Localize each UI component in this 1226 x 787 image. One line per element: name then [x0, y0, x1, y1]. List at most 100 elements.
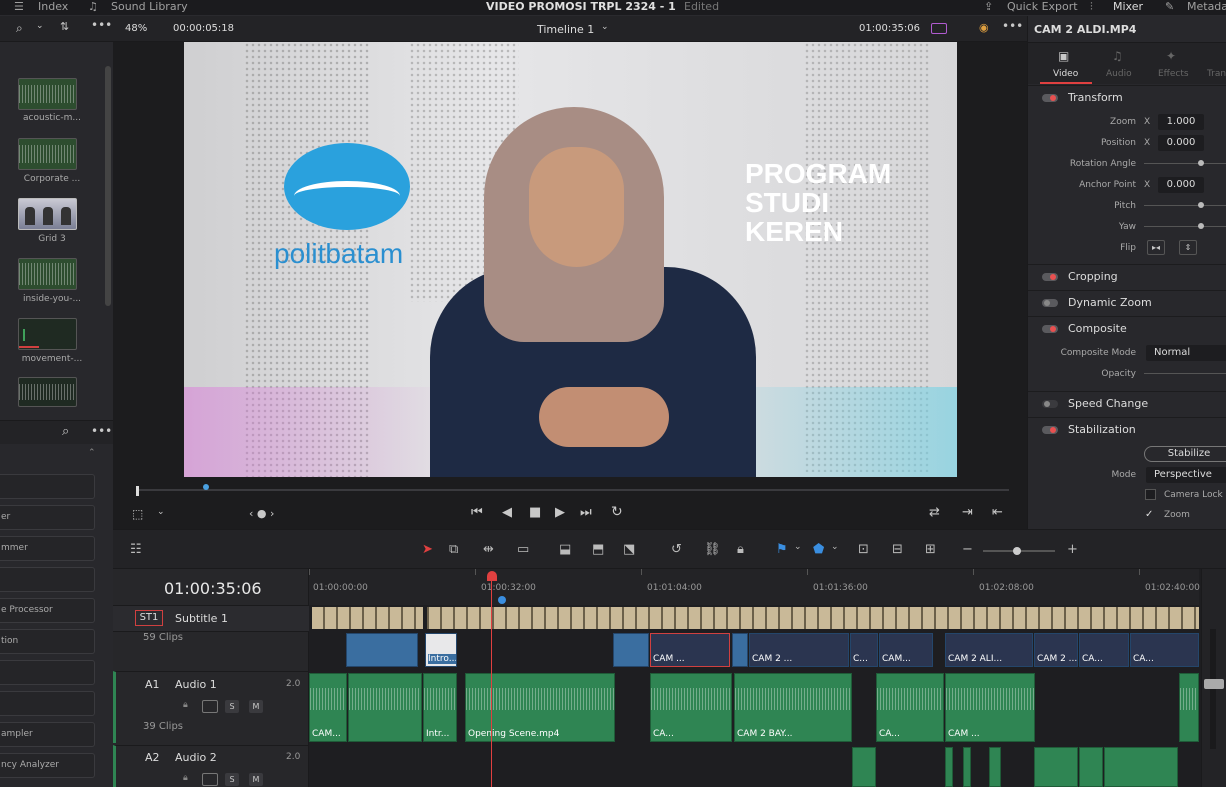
- video-frame[interactable]: politbatam PROGRAM STUDI KEREN: [184, 42, 957, 477]
- stabilization-section[interactable]: Stabilization: [1028, 417, 1226, 442]
- track-id-a1[interactable]: A1: [145, 678, 160, 691]
- search-icon[interactable]: ⌕: [62, 424, 69, 439]
- chevron-down-icon[interactable]: ⌄: [36, 21, 44, 31]
- media-thumbnail[interactable]: [18, 318, 77, 350]
- effect-item[interactable]: [0, 474, 95, 499]
- solo-button[interactable]: S: [225, 700, 239, 713]
- mute-button[interactable]: M: [249, 700, 263, 713]
- more-options-icon[interactable]: •••: [91, 18, 112, 32]
- playhead-handle[interactable]: [487, 571, 497, 581]
- composite-section[interactable]: Composite: [1028, 316, 1226, 341]
- zoom-custom-icon[interactable]: ⊞: [925, 542, 936, 557]
- media-thumbnail[interactable]: [18, 198, 77, 230]
- speed-change-section[interactable]: Speed Change: [1028, 391, 1226, 416]
- audio-clip[interactable]: [1179, 673, 1199, 742]
- transform-toggle[interactable]: [1042, 94, 1058, 102]
- scrubber-playhead[interactable]: [203, 484, 209, 490]
- media-thumbnail[interactable]: [18, 258, 77, 290]
- rotation-slider[interactable]: [1144, 163, 1226, 164]
- auto-select-icon[interactable]: [202, 700, 218, 713]
- audio-clip[interactable]: [1104, 747, 1178, 787]
- loop-icon[interactable]: ↻: [611, 504, 623, 520]
- media-thumbnail[interactable]: [18, 377, 77, 407]
- track-id-a2[interactable]: A2: [145, 751, 160, 764]
- audio-clip[interactable]: [852, 747, 876, 787]
- audio-clip[interactable]: [1034, 747, 1078, 787]
- effect-item[interactable]: e Processor: [0, 598, 95, 623]
- effect-item[interactable]: [0, 691, 95, 716]
- video-clip[interactable]: CAM 2 ALI...: [945, 633, 1033, 667]
- effect-item[interactable]: ampler: [0, 722, 95, 747]
- tab-audio[interactable]: Audio: [1106, 69, 1132, 79]
- media-thumbnail[interactable]: [18, 138, 77, 170]
- dynamic-zoom-toggle[interactable]: [1042, 299, 1058, 307]
- audio-tab-icon[interactable]: ♫: [1112, 49, 1123, 63]
- video-clip[interactable]: CAM 2 ...: [749, 633, 849, 667]
- zoom-slider-knob[interactable]: [1013, 547, 1021, 555]
- quick-export-button[interactable]: Quick Export: [1007, 0, 1078, 14]
- video-clip-selected[interactable]: CAM ...: [650, 633, 730, 667]
- transform-section[interactable]: Transform: [1028, 85, 1226, 110]
- fader[interactable]: [1204, 679, 1224, 689]
- opacity-slider[interactable]: [1144, 373, 1226, 374]
- cropping-section[interactable]: Cropping: [1028, 264, 1226, 289]
- replace-clip-icon[interactable]: ⬔: [623, 542, 635, 557]
- sound-library-icon[interactable]: ♫: [88, 0, 98, 14]
- playhead-line[interactable]: [491, 579, 492, 787]
- color-icon[interactable]: ◉: [979, 21, 989, 34]
- speed-change-toggle[interactable]: [1042, 400, 1058, 408]
- video-clip[interactable]: Intro...: [425, 633, 457, 667]
- stop-icon[interactable]: ■: [529, 505, 541, 520]
- position-x-field[interactable]: 0.000: [1158, 135, 1204, 151]
- track-name[interactable]: Audio 2: [175, 751, 217, 764]
- scrubber-in-marker[interactable]: [136, 486, 139, 496]
- audio-clip[interactable]: CAM...: [309, 673, 347, 742]
- effect-item[interactable]: [0, 660, 95, 685]
- mixer-button[interactable]: Mixer: [1113, 0, 1143, 14]
- go-to-start-icon[interactable]: ⏮: [471, 505, 483, 520]
- link-icon[interactable]: ⛓: [704, 542, 721, 557]
- tab-effects[interactable]: Effects: [1158, 69, 1189, 79]
- insert-clip-icon[interactable]: ⬓: [559, 542, 571, 557]
- composite-toggle[interactable]: [1042, 325, 1058, 333]
- audio-clip[interactable]: [945, 747, 953, 787]
- audio-clip[interactable]: [348, 673, 422, 742]
- timeline-ruler[interactable]: 01:00:00:00 01:00:32:00 01:01:04:00 01:0…: [309, 569, 1200, 605]
- audio-clip[interactable]: [963, 747, 971, 787]
- flag-icon[interactable]: ⚑: [776, 542, 788, 557]
- effect-item[interactable]: er: [0, 505, 95, 530]
- lock-icon[interactable]: 🔒︎: [737, 542, 744, 557]
- go-to-end-icon[interactable]: ⏭: [580, 505, 592, 520]
- chevron-down-icon[interactable]: ⌄: [601, 22, 609, 32]
- zoom-x-field[interactable]: 1.000: [1158, 114, 1204, 130]
- video-clip[interactable]: [346, 633, 418, 667]
- yaw-knob[interactable]: [1198, 223, 1204, 229]
- next-edit-icon[interactable]: ⇥: [962, 505, 973, 520]
- metadata-button[interactable]: Metadat: [1187, 0, 1226, 14]
- tab-video[interactable]: Video: [1053, 69, 1078, 79]
- index-icon[interactable]: ☰: [14, 0, 24, 14]
- fx-icon[interactable]: [931, 23, 947, 34]
- audio-clip[interactable]: CA...: [650, 673, 732, 742]
- video-clip[interactable]: CA...: [1079, 633, 1129, 667]
- prev-edit-icon[interactable]: ⇤: [992, 505, 1003, 520]
- match-frame-icon[interactable]: ⇄: [929, 505, 940, 520]
- flip-horizontal-icon[interactable]: ▸◂: [1147, 240, 1165, 255]
- audio-clip[interactable]: [1079, 747, 1103, 787]
- marker-icon[interactable]: ⬟: [813, 542, 824, 557]
- audio-clip[interactable]: CAM 2 BAY...: [734, 673, 852, 742]
- chevron-down-icon[interactable]: ⌄: [794, 542, 802, 552]
- more-options-icon[interactable]: •••: [91, 424, 112, 438]
- audio-clip[interactable]: CA...: [876, 673, 944, 742]
- effect-item[interactable]: [0, 567, 95, 592]
- video-tab-icon[interactable]: ▣: [1058, 49, 1069, 63]
- sound-library-button[interactable]: Sound Library: [111, 0, 188, 14]
- media-scrollbar[interactable]: [105, 66, 111, 306]
- play-reverse-icon[interactable]: ◀: [502, 505, 512, 520]
- chevron-down-icon[interactable]: ⌄: [831, 542, 839, 552]
- cropping-toggle[interactable]: [1042, 273, 1058, 281]
- jog-control[interactable]: ‹ ● ›: [249, 507, 274, 520]
- effects-tab-icon[interactable]: ✦: [1166, 49, 1176, 63]
- audio-clip[interactable]: CAM ...: [945, 673, 1035, 742]
- dynamic-trim-icon[interactable]: ⇹: [483, 542, 494, 557]
